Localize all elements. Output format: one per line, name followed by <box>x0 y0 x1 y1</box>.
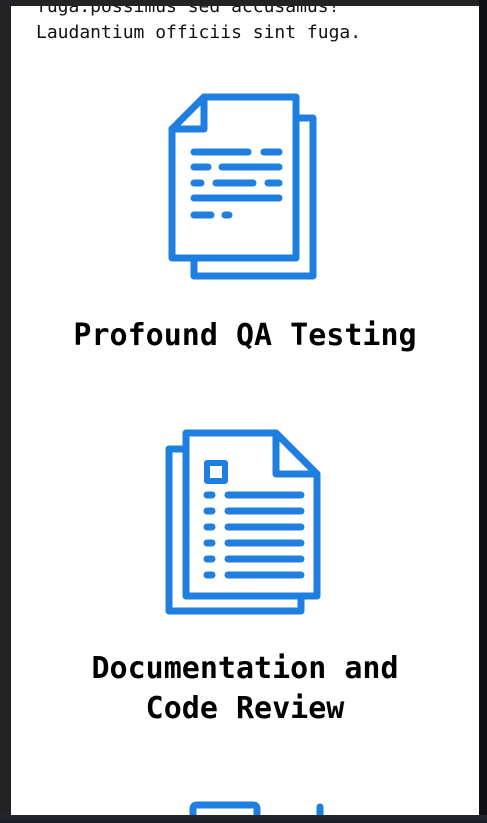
page-content: fuga.possimus sed accusamus! Laudantium … <box>11 6 479 815</box>
partial-icon <box>189 801 324 815</box>
feature-title-qa-testing: Profound QA Testing <box>73 318 417 353</box>
intro-text: fuga.possimus sed accusamus! Laudantium … <box>36 6 361 46</box>
document-checklist-icon <box>165 429 321 615</box>
browser-viewport: fuga.possimus sed accusamus! Laudantium … <box>0 0 487 823</box>
window-edge <box>479 0 487 823</box>
intro-line-1: fuga.possimus sed accusamus! <box>36 6 340 17</box>
feature-title-documentation: Documentation and Code Review <box>91 651 399 726</box>
taskbar-edge <box>0 815 487 823</box>
documents-icon <box>168 93 317 280</box>
intro-line-2: Laudantium officiis sint fuga. <box>36 22 362 43</box>
